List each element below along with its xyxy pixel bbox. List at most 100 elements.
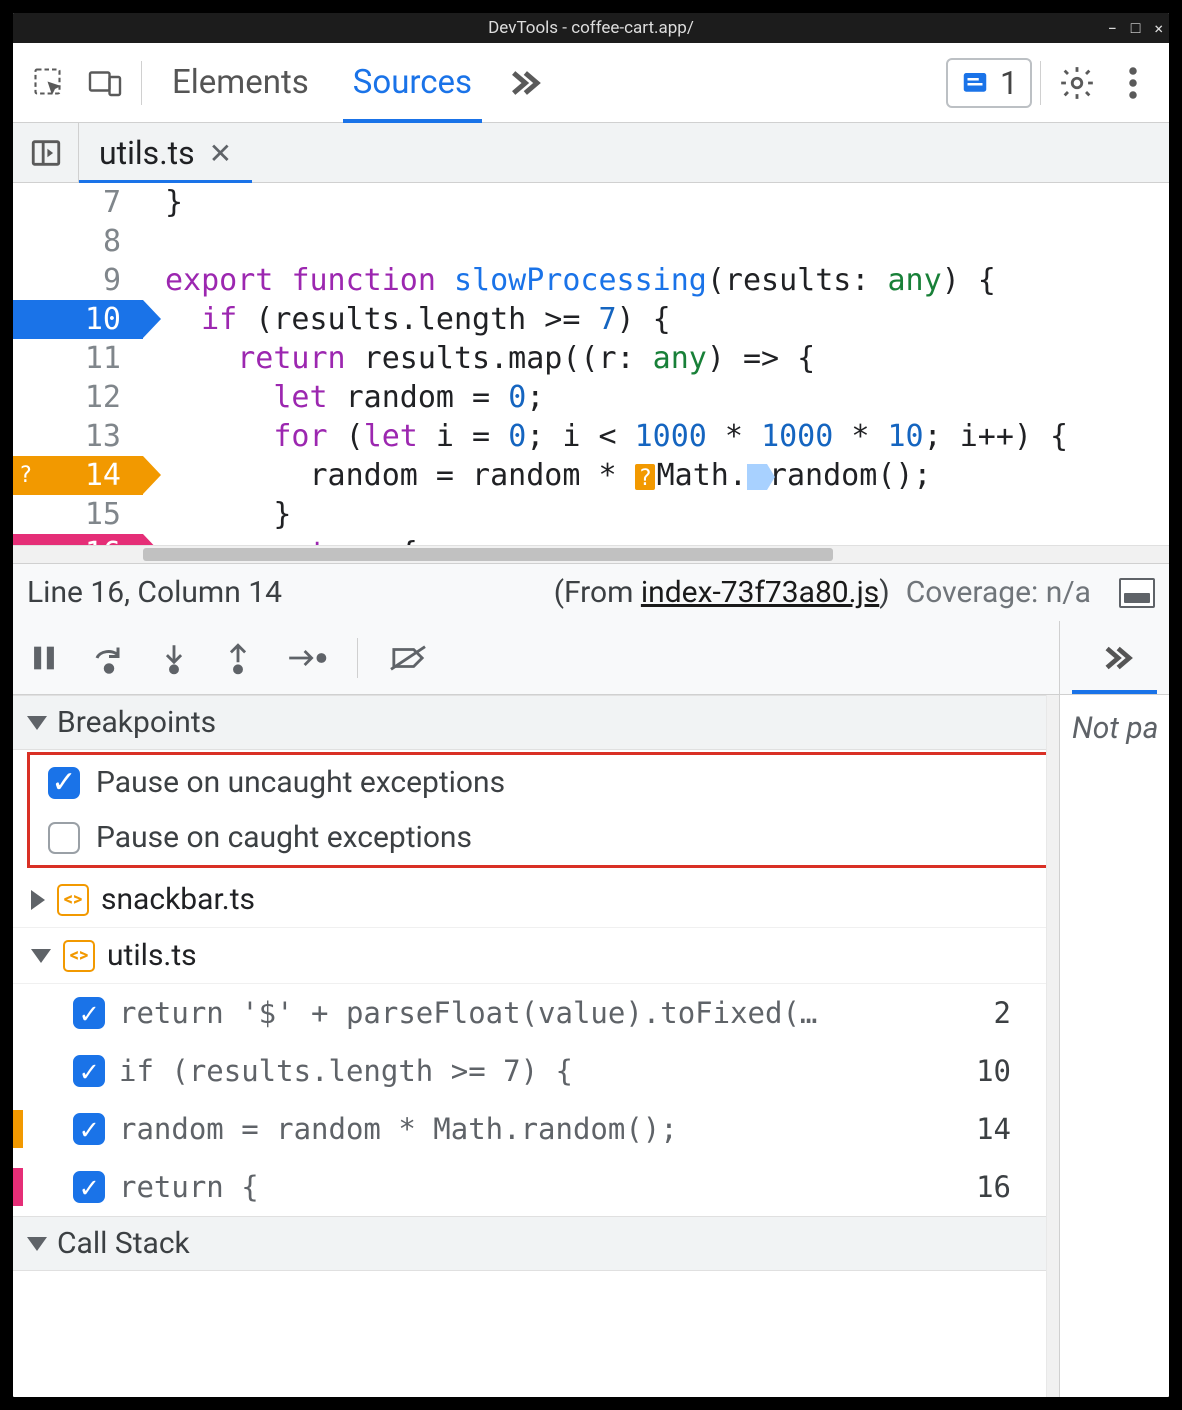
- more-menu-icon[interactable]: [1105, 55, 1161, 111]
- code-line[interactable]: let random = 0;: [143, 378, 1169, 417]
- step-out-icon[interactable]: [221, 641, 255, 675]
- breakpoint-item[interactable]: ✓ if (results.length >= 7) { 10: [13, 1042, 1059, 1100]
- line-number[interactable]: 9: [13, 261, 143, 300]
- toolbar-divider: [141, 61, 142, 105]
- window-titlebar: DevTools - coffee-cart.app/ − □ ×: [13, 13, 1169, 43]
- breakpoint-item[interactable]: ✓ return { 16: [13, 1158, 1059, 1216]
- source-map-link[interactable]: index-73f73a80.js: [641, 575, 879, 610]
- code-area[interactable]: } export function slowProcessing(results:…: [143, 183, 1169, 545]
- tab-elements[interactable]: Elements: [150, 43, 331, 123]
- main-toolbar: Elements Sources 1: [13, 43, 1169, 123]
- close-tab-icon[interactable]: ✕: [209, 137, 232, 170]
- expand-icon: [27, 716, 47, 730]
- line-number[interactable]: 16: [13, 534, 143, 545]
- checkbox-checked-icon[interactable]: ✓: [73, 1055, 105, 1087]
- close-icon[interactable]: ×: [1154, 19, 1163, 38]
- breakpoint-code: return {: [119, 1170, 259, 1204]
- bp-group-snackbar[interactable]: <> snackbar.ts: [13, 872, 1059, 928]
- breakpoint-line: 10: [976, 1054, 1041, 1088]
- breakpoint-code: if (results.length >= 7) {: [119, 1054, 573, 1088]
- callstack-header[interactable]: Call Stack: [13, 1216, 1059, 1271]
- highlighted-region: ✓ Pause on uncaught exceptions Pause on …: [27, 752, 1049, 868]
- line-number[interactable]: 15: [13, 495, 143, 534]
- line-number[interactable]: 11: [13, 339, 143, 378]
- breakpoint-code: random = random * Math.random();: [119, 1112, 678, 1146]
- line-number[interactable]: 10: [13, 300, 143, 339]
- line-gutter[interactable]: 78910111213141516: [13, 183, 143, 545]
- window-title: DevTools - coffee-cart.app/: [488, 18, 694, 38]
- breakpoint-line: 16: [976, 1170, 1041, 1204]
- file-icon: <>: [57, 884, 89, 916]
- step-into-icon[interactable]: [157, 641, 191, 675]
- breakpoint-marker: [13, 1168, 23, 1206]
- breakpoint-item[interactable]: ✓ return '$' + parseFloat(value).toFixed(…: [13, 984, 1059, 1042]
- line-number[interactable]: 13: [13, 417, 143, 456]
- code-line[interactable]: export function slowProcessing(results: …: [143, 261, 1169, 300]
- breakpoint-marker: [13, 1110, 23, 1148]
- bp-group-label: utils.ts: [107, 938, 197, 973]
- tab-sources-label: Sources: [353, 63, 472, 102]
- toolbar-divider-2: [1040, 61, 1041, 105]
- bp-group-utils[interactable]: <> utils.ts: [13, 928, 1059, 984]
- step-icon[interactable]: [285, 641, 327, 675]
- issues-badge[interactable]: 1: [946, 58, 1032, 108]
- expand-icon: [27, 1237, 47, 1251]
- checkbox-checked-icon[interactable]: ✓: [48, 767, 80, 799]
- breakpoint-line: 14: [976, 1112, 1041, 1146]
- checkbox-unchecked-icon[interactable]: [48, 822, 80, 854]
- checkbox-checked-icon[interactable]: ✓: [73, 1171, 105, 1203]
- debugger-panels: Breakpoints ✓ Pause on uncaught exceptio…: [13, 695, 1059, 1397]
- breakpoints-header[interactable]: Breakpoints: [13, 695, 1059, 750]
- bp-group-label: snackbar.ts: [101, 882, 255, 917]
- step-over-icon[interactable]: [91, 640, 127, 676]
- breakpoint-code: return '$' + parseFloat(value).toFixed(…: [119, 996, 817, 1030]
- from-label: (From: [554, 575, 641, 610]
- code-line[interactable]: }: [143, 495, 1169, 534]
- pause-uncaught-label: Pause on uncaught exceptions: [96, 765, 505, 800]
- code-line[interactable]: if (results.length >= 7) {: [143, 300, 1169, 339]
- pause-caught-label: Pause on caught exceptions: [96, 820, 472, 855]
- minimize-icon[interactable]: −: [1108, 19, 1117, 38]
- tab-sources[interactable]: Sources: [331, 43, 494, 123]
- pause-icon[interactable]: [27, 641, 61, 675]
- editor-statusbar: Line 16, Column 14 (From index-73f73a80.…: [13, 563, 1169, 621]
- device-mode-icon[interactable]: [77, 55, 133, 111]
- pause-caught-row[interactable]: Pause on caught exceptions: [30, 810, 1046, 865]
- file-tabbar: utils.ts ✕: [13, 123, 1169, 183]
- maximize-icon[interactable]: □: [1131, 18, 1141, 38]
- line-number[interactable]: 8: [13, 222, 143, 261]
- tab-elements-label: Elements: [172, 63, 309, 102]
- issues-icon: [960, 68, 990, 98]
- file-icon: <>: [63, 940, 95, 972]
- line-number[interactable]: 14: [13, 456, 143, 495]
- cursor-position: Line 16, Column 14: [27, 575, 282, 610]
- code-line[interactable]: return {: [143, 534, 1169, 545]
- settings-icon[interactable]: [1049, 55, 1105, 111]
- expand-icon: [31, 890, 45, 910]
- line-number[interactable]: 12: [13, 378, 143, 417]
- code-line[interactable]: return results.map((r: any) => {: [143, 339, 1169, 378]
- code-line[interactable]: for (let i = 0; i < 1000 * 1000 * 10; i+…: [143, 417, 1169, 456]
- line-number[interactable]: 7: [13, 183, 143, 222]
- checkbox-checked-icon[interactable]: ✓: [73, 1113, 105, 1145]
- navigator-toggle-icon[interactable]: [13, 123, 79, 182]
- debug-controls: [13, 621, 1059, 695]
- more-tabs-icon[interactable]: [494, 55, 550, 111]
- pause-uncaught-row[interactable]: ✓ Pause on uncaught exceptions: [30, 755, 1046, 810]
- code-line[interactable]: [143, 222, 1169, 261]
- deactivate-breakpoints-icon[interactable]: [388, 641, 428, 675]
- file-tab-utils[interactable]: utils.ts ✕: [79, 123, 252, 183]
- source-editor: 78910111213141516 } export function slowP…: [13, 183, 1169, 563]
- file-tab-label: utils.ts: [99, 134, 195, 172]
- drawer-toggle-icon[interactable]: [1119, 578, 1155, 608]
- not-paused-label: Not pa: [1060, 695, 1169, 746]
- code-line[interactable]: }: [143, 183, 1169, 222]
- horizontal-scrollbar[interactable]: [13, 545, 1169, 563]
- side-more-tabs-icon[interactable]: [1060, 621, 1169, 695]
- code-line[interactable]: random = random * Math.random();: [143, 456, 1169, 495]
- inspect-element-icon[interactable]: [21, 55, 77, 111]
- breakpoint-line: 2: [994, 996, 1041, 1030]
- callstack-header-label: Call Stack: [57, 1226, 190, 1261]
- breakpoint-item[interactable]: ✓ random = random * Math.random(); 14: [13, 1100, 1059, 1158]
- checkbox-checked-icon[interactable]: ✓: [73, 997, 105, 1029]
